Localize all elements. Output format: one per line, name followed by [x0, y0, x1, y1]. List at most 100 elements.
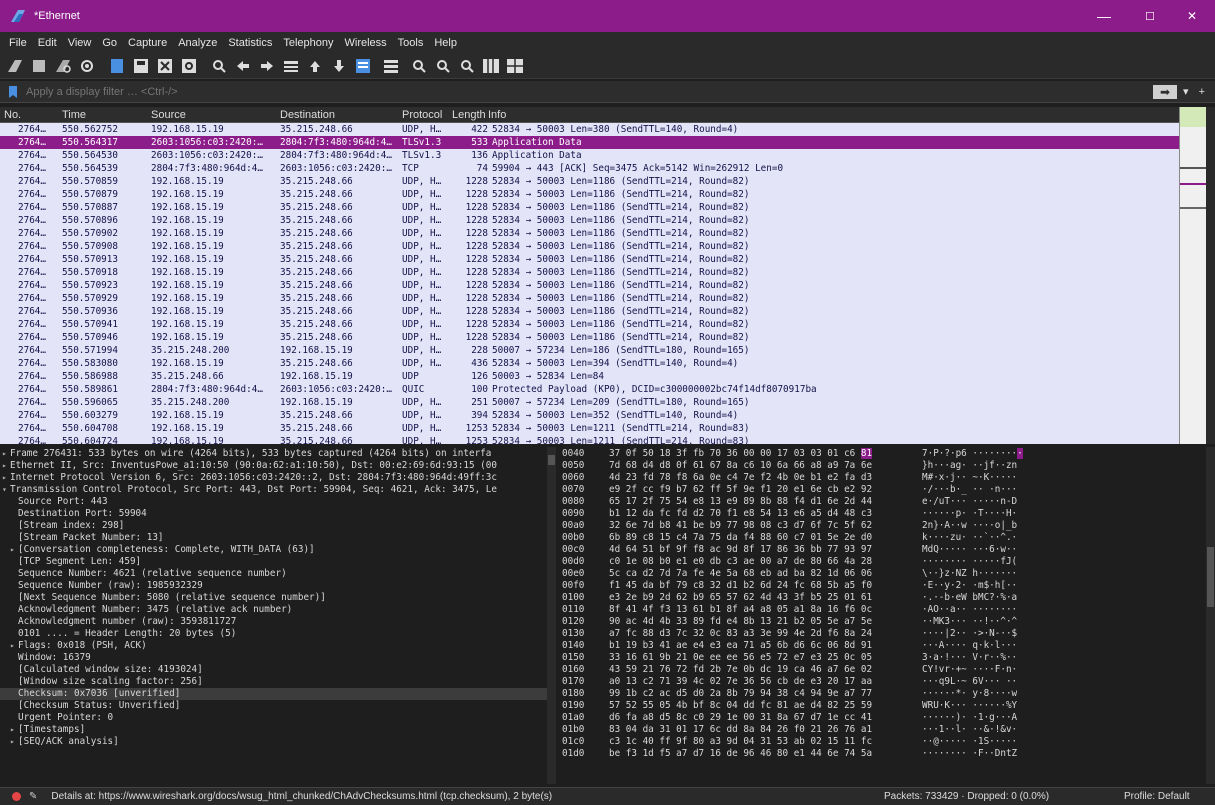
- add-filter-button[interactable]: +: [1199, 86, 1205, 98]
- hex-row[interactable]: 01c0 c3 1c 40 ff 9f 80 a3 9d 04 31 53 ab …: [556, 736, 1205, 748]
- details-scrollbar[interactable]: [547, 447, 556, 784]
- column-no[interactable]: No.: [4, 109, 21, 121]
- hex-row[interactable]: 0190 57 52 55 05 4b bf 8c 04 dd fc 81 ae …: [556, 700, 1205, 712]
- hex-row[interactable]: 0130 a7 fc 88 d3 7c 32 0c 83 a3 3e 99 4e …: [556, 628, 1205, 640]
- go-forward-icon[interactable]: [258, 57, 276, 75]
- hex-row[interactable]: 00b0 6b 89 c8 15 c4 7a 75 da f4 88 60 c7 …: [556, 532, 1205, 544]
- packet-row[interactable]: 2764… 550.570936 192.168.15.19 35.215.248.6…: [0, 305, 1179, 318]
- detail-tree-item[interactable]: [Checksum Status: Unverified]: [0, 700, 551, 712]
- hex-row[interactable]: 0110 8f 41 4f f3 13 61 b1 8f a4 a8 05 a1 …: [556, 604, 1205, 616]
- detail-tree-item[interactable]: ▸ Internet Protocol Version 6, Src: 2603:…: [0, 472, 551, 484]
- packet-row[interactable]: 2764… 550.570887 192.168.15.19 35.215.248.6…: [0, 201, 1179, 214]
- menu-file[interactable]: File: [4, 37, 33, 49]
- detail-tree-item[interactable]: ▸ [SEQ/ACK analysis]: [0, 736, 551, 748]
- menu-edit[interactable]: Edit: [33, 37, 63, 49]
- packet-row[interactable]: 2764… 550.604724 192.168.15.19 35.215.248.6…: [0, 435, 1179, 444]
- detail-tree-item[interactable]: Sequence Number (raw): 1985932329: [0, 580, 551, 592]
- restart-capture-icon[interactable]: [54, 57, 72, 75]
- capture-options-icon[interactable]: [78, 57, 96, 75]
- detail-tree-item[interactable]: [Stream Packet Number: 13]: [0, 532, 551, 544]
- hex-row[interactable]: 01a0 d6 fa a8 d5 8c c0 29 1e 00 31 8a 67 …: [556, 712, 1205, 724]
- packet-row[interactable]: 2764… 550.570902 192.168.15.19 35.215.248.6…: [0, 227, 1179, 240]
- column-source[interactable]: Source: [151, 109, 186, 121]
- packet-row[interactable]: 2764… 550.570913 192.168.15.19 35.215.248.6…: [0, 253, 1179, 266]
- filter-dropdown-icon[interactable]: ▾: [1183, 85, 1189, 98]
- hex-row[interactable]: 0170 a0 13 c2 71 39 4c 02 7e 36 56 cb de …: [556, 676, 1205, 688]
- bytes-scrollbar[interactable]: [1206, 447, 1215, 784]
- menu-go[interactable]: Go: [97, 37, 123, 49]
- column-info[interactable]: Info: [488, 109, 506, 121]
- go-last-icon[interactable]: [330, 57, 348, 75]
- status-profile[interactable]: Profile: Default: [1124, 791, 1190, 802]
- expand-arrow-icon[interactable]: ▸: [10, 640, 15, 652]
- display-filter-input[interactable]: [20, 85, 1154, 98]
- detail-tree-item[interactable]: Source Port: 443: [0, 496, 551, 508]
- detail-tree-item[interactable]: ▸ Ethernet II, Src: InventusPowe_a1:10:50…: [0, 460, 551, 472]
- packet-row[interactable]: 2764… 550.564317 2603:1056:c03:2420:… 2804:…: [0, 136, 1179, 149]
- packet-row[interactable]: 2764… 550.583080 192.168.15.19 35.215.248.6…: [0, 357, 1179, 370]
- hex-row[interactable]: 0090 b1 12 da fc fd d2 70 f1 e8 54 13 e6 …: [556, 508, 1205, 520]
- hex-row[interactable]: 0080 65 17 2f 75 54 e8 13 e9 89 8b 88 f4 …: [556, 496, 1205, 508]
- detail-tree-item[interactable]: [Window size scaling factor: 256]: [0, 676, 551, 688]
- hex-row[interactable]: 00f0 f1 45 da bf 79 c8 32 d1 b2 6d 24 fc …: [556, 580, 1205, 592]
- detail-tree-item[interactable]: Acknowledgment number (raw): 3593811727: [0, 616, 551, 628]
- detail-tree-item[interactable]: [Calculated window size: 4193024]: [0, 664, 551, 676]
- hex-row[interactable]: 0100 e3 2e b9 2d 62 b9 65 57 62 4d 43 3f …: [556, 592, 1205, 604]
- detail-tree-item[interactable]: Checksum: 0x7036 [unverified]: [0, 688, 551, 700]
- detail-tree-item[interactable]: Urgent Pointer: 0: [0, 712, 551, 724]
- stop-capture-icon[interactable]: [30, 57, 48, 75]
- menu-capture[interactable]: Capture: [123, 37, 173, 49]
- packet-row[interactable]: 2764… 550.564530 2603:1056:c03:2420:… 2804:…: [0, 149, 1179, 162]
- hex-row[interactable]: 0160 43 59 21 76 72 fd 2b 7e 0b dc 19 ca …: [556, 664, 1205, 676]
- hex-row[interactable]: 0120 90 ac 4d 4b 33 89 fd e4 8b 13 21 b2 …: [556, 616, 1205, 628]
- detail-tree-item[interactable]: ▸ Frame 276431: 533 bytes on wire (4264 b…: [0, 448, 551, 460]
- open-file-icon[interactable]: [108, 57, 126, 75]
- capture-comment-icon[interactable]: ✎: [29, 791, 37, 802]
- packet-row[interactable]: 2764… 550.570896 192.168.15.19 35.215.248.6…: [0, 214, 1179, 227]
- detail-tree-item[interactable]: 0101 .... = Header Length: 20 bytes (5): [0, 628, 551, 640]
- packet-row[interactable]: 2764… 550.604708 192.168.15.19 35.215.248.6…: [0, 422, 1179, 435]
- packet-row[interactable]: 2764… 550.586988 35.215.248.66 192.168.15.1…: [0, 370, 1179, 383]
- detail-tree-item[interactable]: Acknowledgment Number: 3475 (relative ac…: [0, 604, 551, 616]
- expand-arrow-icon[interactable]: ▸: [10, 736, 15, 748]
- intelligent-scrollbar[interactable]: [1179, 107, 1215, 444]
- hex-row[interactable]: 00a0 32 6e 7d b8 41 be b9 77 98 08 c3 d7 …: [556, 520, 1205, 532]
- detail-tree-item[interactable]: Window: 16379: [0, 652, 551, 664]
- packet-row[interactable]: 2764… 550.570941 192.168.15.19 35.215.248.6…: [0, 318, 1179, 331]
- hex-row[interactable]: 01b0 83 04 da 31 01 17 6c dd 8a 84 26 f0 …: [556, 724, 1205, 736]
- packet-row[interactable]: 2764… 550.589861 2804:7f3:480:964d:4… 2603:…: [0, 383, 1179, 396]
- detail-tree-item[interactable]: [Stream index: 298]: [0, 520, 551, 532]
- detail-tree-item[interactable]: ▾ Transmission Control Protocol, Src Port…: [0, 484, 551, 496]
- packet-row[interactable]: 2764… 550.603279 192.168.15.19 35.215.248.6…: [0, 409, 1179, 422]
- menu-tools[interactable]: Tools: [393, 37, 430, 49]
- packet-row[interactable]: 2764… 550.562752 192.168.15.19 35.215.248.6…: [0, 123, 1179, 136]
- hex-row[interactable]: 01d0 be f3 1d f5 a7 d7 16 de 96 46 80 e1 …: [556, 748, 1205, 760]
- packet-row[interactable]: 2764… 550.571994 35.215.248.200 192.168.15.…: [0, 344, 1179, 357]
- hex-row[interactable]: 0150 33 16 61 9b 21 0e ee ee 56 e5 72 e7 …: [556, 652, 1205, 664]
- detail-tree-item[interactable]: Sequence Number: 4621 (relative sequence…: [0, 568, 551, 580]
- packet-list-scrollbar[interactable]: [1206, 107, 1215, 444]
- resize-columns-icon[interactable]: [482, 57, 500, 75]
- zoom-out-icon[interactable]: [434, 57, 452, 75]
- menu-statistics[interactable]: Statistics: [223, 37, 278, 49]
- normal-size-icon[interactable]: [458, 57, 476, 75]
- apply-filter-button[interactable]: ➡: [1153, 84, 1178, 99]
- expand-arrow-icon[interactable]: ▸: [2, 460, 7, 472]
- menu-help[interactable]: Help: [429, 37, 463, 49]
- layout-icon[interactable]: [506, 57, 524, 75]
- hex-row[interactable]: 00d0 c0 1e 08 b0 e1 e0 db c3 ae 00 a7 de …: [556, 556, 1205, 568]
- detail-tree-item[interactable]: ▸ Flags: 0x018 (PSH, ACK): [0, 640, 551, 652]
- hex-row[interactable]: 0140 b1 19 b3 41 ae e4 e3 ea 71 a5 6b d6 …: [556, 640, 1205, 652]
- packet-row[interactable]: 2764… 550.570918 192.168.15.19 35.215.248.6…: [0, 266, 1179, 279]
- packet-row[interactable]: 2764… 550.570929 192.168.15.19 35.215.248.6…: [0, 292, 1179, 305]
- hex-row[interactable]: 0040 37 0f 50 18 3f fb 70 36 00 00 17 03 …: [556, 448, 1205, 460]
- detail-tree-item[interactable]: [TCP Segment Len: 459]: [0, 556, 551, 568]
- column-time[interactable]: Time: [62, 109, 86, 121]
- close-file-icon[interactable]: [156, 57, 174, 75]
- menu-view[interactable]: View: [63, 37, 98, 49]
- menu-wireless[interactable]: Wireless: [340, 37, 393, 49]
- save-file-icon[interactable]: [132, 57, 150, 75]
- expand-arrow-icon[interactable]: ▸: [10, 724, 15, 736]
- detail-tree-item[interactable]: [Next Sequence Number: 5080 (relative se…: [0, 592, 551, 604]
- go-back-icon[interactable]: [234, 57, 252, 75]
